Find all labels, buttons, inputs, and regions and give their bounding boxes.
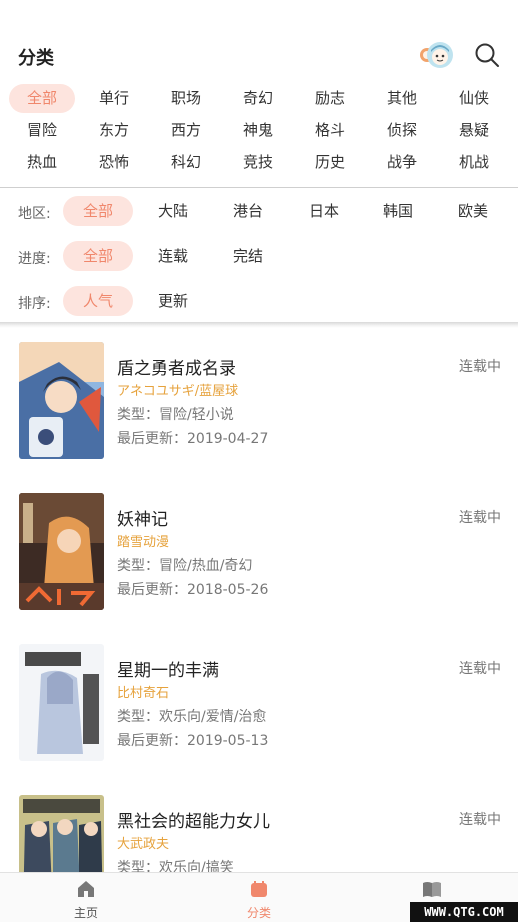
genre-item[interactable]: 机战 xyxy=(441,148,507,177)
comic-title: 黑社会的超能力女儿 xyxy=(117,812,270,832)
genre-item[interactable]: 悬疑 xyxy=(441,116,507,145)
search-button[interactable] xyxy=(474,42,500,68)
region-option[interactable]: 港台 xyxy=(213,196,283,226)
progress-filter: 进度: 全部 连载 完结 xyxy=(0,241,518,273)
divider xyxy=(0,187,518,188)
genre-row: 全部 单行 职场 奇幻 励志 其他 仙侠 xyxy=(0,84,518,116)
genre-item[interactable]: 单行 xyxy=(81,84,147,113)
comic-title: 盾之勇者成名录 xyxy=(117,359,236,379)
list-item[interactable]: 黑社会的超能力女儿 大武政夫 类型：欢乐向/搞笑 连载中 xyxy=(0,781,518,872)
genre-item[interactable]: 热血 xyxy=(9,148,75,177)
genre-all[interactable]: 全部 xyxy=(9,84,75,113)
comic-author: 大武政夫 xyxy=(117,837,170,852)
region-option[interactable]: 韩国 xyxy=(363,196,433,226)
cover-image xyxy=(19,493,104,610)
genre-grid: 全部 单行 职场 奇幻 励志 其他 仙侠 冒险 东方 西方 神鬼 格斗 侦探 悬… xyxy=(0,84,518,180)
page-title: 分类 xyxy=(18,48,54,69)
cover-image xyxy=(19,644,104,761)
region-label: 地区: xyxy=(18,206,51,222)
sort-label: 排序: xyxy=(18,296,51,312)
genre-item[interactable]: 冒险 xyxy=(9,116,75,145)
genre-item[interactable]: 格斗 xyxy=(297,116,363,145)
comic-author: アネコユサギ/蓝屋球 xyxy=(117,384,239,399)
comic-status: 连载中 xyxy=(459,812,501,828)
genre-item[interactable]: 侦探 xyxy=(369,116,435,145)
tab-home-label: 主页 xyxy=(73,906,98,920)
sort-option-popular[interactable]: 人气 xyxy=(63,286,133,316)
tab-category-label: 分类 xyxy=(246,906,271,920)
cover-image xyxy=(19,795,104,872)
progress-option[interactable]: 连载 xyxy=(138,241,208,271)
genre-item[interactable]: 励志 xyxy=(297,84,363,113)
sort-filter: 排序: 人气 更新 xyxy=(0,286,518,318)
genre-item[interactable]: 其他 xyxy=(369,84,435,113)
genre-item[interactable]: 科幻 xyxy=(153,148,219,177)
comic-author: 踏雪动漫 xyxy=(117,535,170,550)
region-option[interactable]: 日本 xyxy=(289,196,359,226)
comic-cover[interactable] xyxy=(19,493,104,610)
genre-row: 冒险 东方 西方 神鬼 格斗 侦探 悬疑 xyxy=(0,116,518,148)
comic-genre: 类型：冒险/热血/奇幻 xyxy=(117,558,253,574)
comic-status: 连载中 xyxy=(459,359,501,375)
genre-item[interactable]: 西方 xyxy=(153,116,219,145)
watermark: WWW.QTG.COM xyxy=(410,902,518,922)
list-item[interactable]: 盾之勇者成名录 アネコユサギ/蓝屋球 类型：冒险/轻小说 最后更新：2019-0… xyxy=(0,328,518,479)
avatar[interactable] xyxy=(418,40,456,70)
progress-option[interactable]: 完结 xyxy=(213,241,283,271)
comic-updated: 最后更新：2019-04-27 xyxy=(117,431,269,447)
genre-item[interactable]: 历史 xyxy=(297,148,363,177)
sort-option[interactable]: 更新 xyxy=(138,286,208,316)
list-item[interactable]: 妖神记 踏雪动漫 类型：冒险/热血/奇幻 最后更新：2018-05-26 连载中 xyxy=(0,479,518,630)
comic-title: 妖神记 xyxy=(117,510,168,530)
comic-status: 连载中 xyxy=(459,510,501,526)
search-icon xyxy=(475,43,499,67)
comic-genre: 类型：冒险/轻小说 xyxy=(117,407,234,423)
comic-genre: 类型：欢乐向/爱情/治愈 xyxy=(117,709,267,725)
comic-title: 星期一的丰满 xyxy=(117,661,219,681)
genre-item[interactable]: 恐怖 xyxy=(81,148,147,177)
comic-status: 连载中 xyxy=(459,661,501,677)
comic-updated: 最后更新：2019-05-13 xyxy=(117,733,269,749)
progress-label: 进度: xyxy=(18,251,51,267)
genre-row: 热血 恐怖 科幻 竞技 历史 战争 机战 xyxy=(0,148,518,180)
comic-cover[interactable] xyxy=(19,644,104,761)
home-icon xyxy=(78,881,94,897)
book-icon xyxy=(423,882,441,897)
genre-item[interactable]: 竞技 xyxy=(225,148,291,177)
genre-item[interactable]: 战争 xyxy=(369,148,435,177)
genre-item[interactable]: 职场 xyxy=(153,84,219,113)
genre-item[interactable]: 仙侠 xyxy=(441,84,507,113)
genre-item[interactable]: 奇幻 xyxy=(225,84,291,113)
avatar-icon xyxy=(420,42,453,68)
comic-author: 比村奇石 xyxy=(117,686,170,701)
comic-genre: 类型：欢乐向/搞笑 xyxy=(117,860,234,872)
tab-category[interactable]: 分类 xyxy=(199,873,319,922)
comic-updated: 最后更新：2018-05-26 xyxy=(117,582,269,598)
tab-home[interactable]: 主页 xyxy=(26,873,146,922)
header: 分类 xyxy=(0,0,518,80)
category-icon xyxy=(251,881,267,897)
comic-list[interactable]: 盾之勇者成名录 アネコユサギ/蓝屋球 类型：冒险/轻小说 最后更新：2019-0… xyxy=(0,328,518,872)
region-filter: 地区: 全部 大陆 港台 日本 韩国 欧美 xyxy=(0,196,518,228)
genre-item[interactable]: 神鬼 xyxy=(225,116,291,145)
cover-image xyxy=(19,342,104,459)
comic-cover[interactable] xyxy=(19,795,104,872)
list-item[interactable]: 星期一的丰满 比村奇石 类型：欢乐向/爱情/治愈 最后更新：2019-05-13… xyxy=(0,630,518,781)
region-option[interactable]: 欧美 xyxy=(438,196,508,226)
genre-item[interactable]: 东方 xyxy=(81,116,147,145)
progress-option-all[interactable]: 全部 xyxy=(63,241,133,271)
region-option[interactable]: 大陆 xyxy=(138,196,208,226)
comic-cover[interactable] xyxy=(19,342,104,459)
region-option-all[interactable]: 全部 xyxy=(63,196,133,226)
